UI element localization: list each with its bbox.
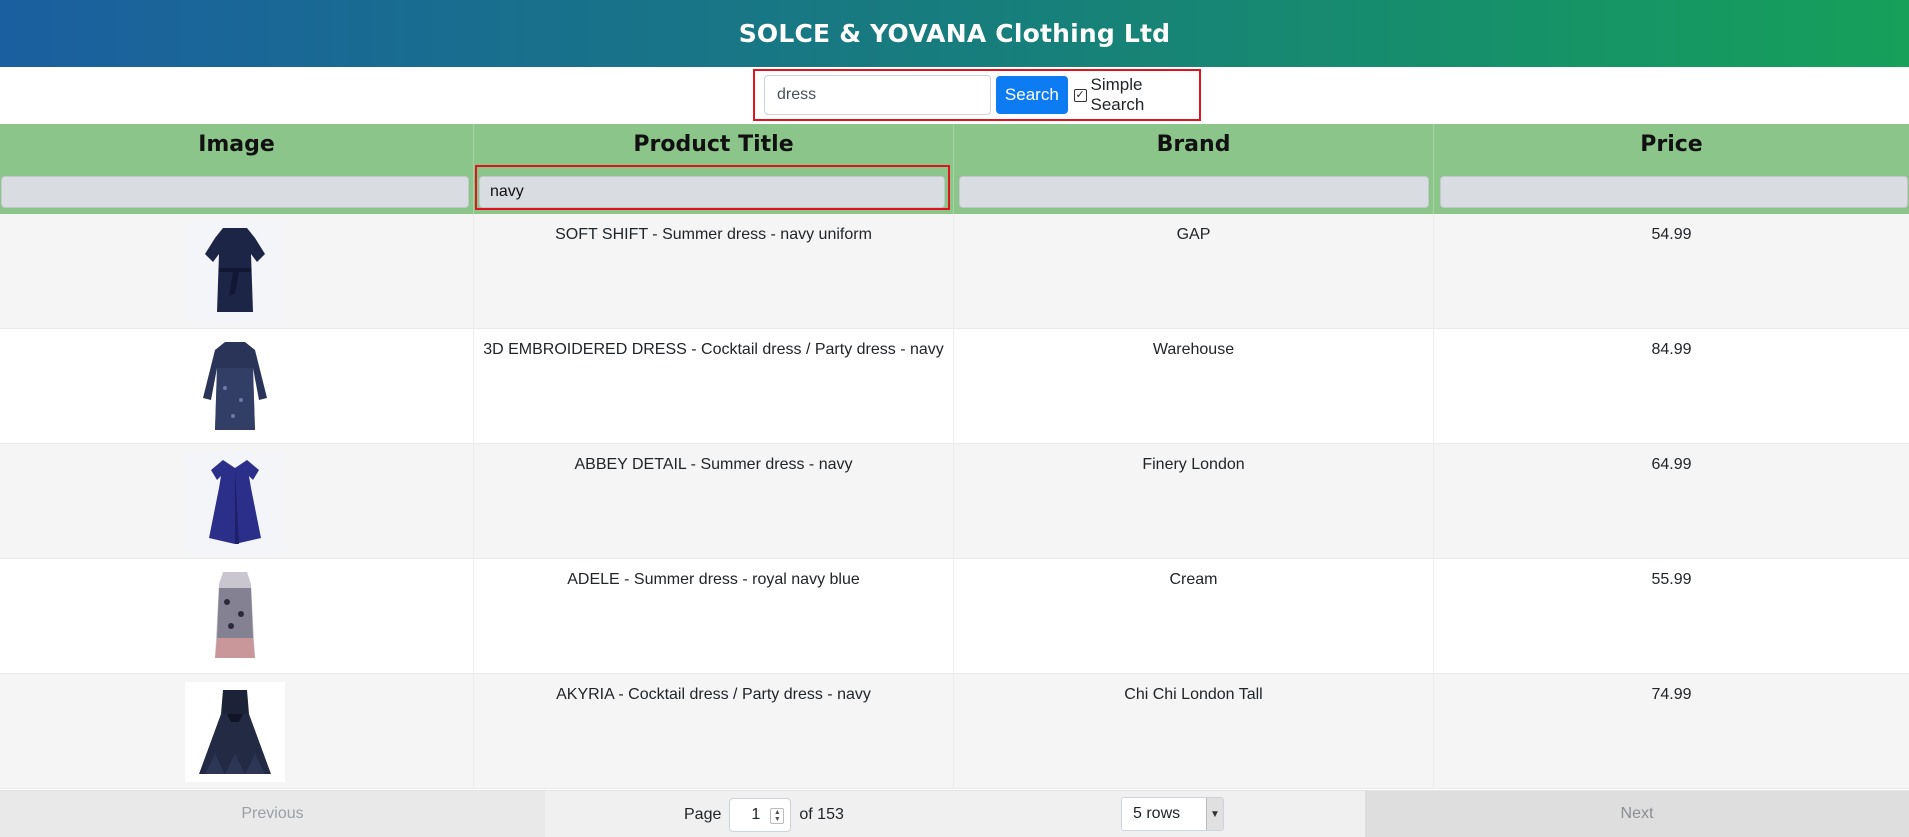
search-bar: Search ✓ Simple Search (753, 69, 1201, 121)
filter-input-price[interactable] (1440, 176, 1908, 208)
search-button[interactable]: Search (996, 76, 1068, 114)
column-label: Image (198, 132, 275, 157)
table-row[interactable]: 3D EMBROIDERED DRESS - Cocktail dress / … (0, 329, 1909, 444)
product-title[interactable]: ABBEY DETAIL - Summer dress - navy (474, 456, 953, 474)
dress-thumbnail-icon[interactable] (185, 682, 285, 782)
price-cell: 54.99 (1434, 214, 1909, 329)
product-title[interactable]: 3D EMBROIDERED DRESS - Cocktail dress / … (474, 341, 953, 359)
image-cell (0, 329, 474, 444)
product-brand: Cream (1169, 571, 1218, 588)
filter-input-image[interactable] (1, 176, 469, 208)
product-brand: Finery London (1142, 456, 1245, 473)
table-row[interactable]: ABBEY DETAIL - Summer dress - navy Finer… (0, 444, 1909, 559)
column-label: Product Title (633, 132, 794, 157)
page-total-label: of 153 (799, 806, 844, 823)
product-brand: Warehouse (1152, 341, 1235, 358)
dress-thumbnail-icon[interactable] (185, 222, 285, 322)
column-header-brand[interactable]: Brand (954, 124, 1434, 214)
simple-search-toggle[interactable]: ✓ Simple Search (1073, 75, 1199, 115)
brand-cell: Finery London (954, 444, 1434, 559)
page-info: Page 1 ▲ ▼ of 153 (684, 798, 844, 832)
dress-thumbnail-icon[interactable] (185, 337, 285, 437)
title-cell: ABBEY DETAIL - Summer dress - navy (474, 444, 954, 559)
next-button[interactable]: Next (1365, 791, 1909, 837)
column-label: Brand (1156, 132, 1231, 157)
search-input[interactable] (764, 75, 991, 115)
title-cell: 3D EMBROIDERED DRESS - Cocktail dress / … (474, 329, 954, 444)
product-title[interactable]: ADELE - Summer dress - royal navy blue (474, 571, 953, 589)
pagination-bar: Previous Page 1 ▲ ▼ of 153 5 rows ▼ Next (0, 790, 1909, 837)
spinner-icon[interactable]: ▲ ▼ (770, 808, 785, 824)
column-header-image[interactable]: Image (0, 124, 474, 214)
table-header: Image Product Title Brand Price (0, 124, 1909, 214)
price-cell: 74.99 (1434, 674, 1909, 789)
table-row[interactable]: ADELE - Summer dress - royal navy blue C… (0, 559, 1909, 674)
image-cell (0, 559, 474, 674)
product-price: 54.99 (1651, 226, 1692, 243)
brand-cell: Warehouse (954, 329, 1434, 444)
product-price: 74.99 (1651, 686, 1692, 703)
column-label: Price (1640, 132, 1703, 157)
product-brand: GAP (1176, 226, 1211, 243)
product-price: 64.99 (1651, 456, 1692, 473)
filter-input-brand[interactable] (959, 176, 1429, 208)
product-title[interactable]: AKYRIA - Cocktail dress / Party dress - … (474, 686, 953, 704)
app-title: SOLCE & YOVANA Clothing Ltd (738, 19, 1171, 48)
column-header-price[interactable]: Price (1434, 124, 1909, 214)
brand-cell: Chi Chi London Tall (954, 674, 1434, 789)
price-cell: 84.99 (1434, 329, 1909, 444)
previous-button[interactable]: Previous (0, 791, 545, 837)
table-body: SOFT SHIFT - Summer dress - navy uniform… (0, 214, 1909, 789)
product-price: 55.99 (1651, 571, 1692, 588)
filter-input-product-title[interactable] (479, 176, 945, 208)
table-row[interactable]: AKYRIA - Cocktail dress / Party dress - … (0, 674, 1909, 789)
brand-cell: Cream (954, 559, 1434, 674)
page-label: Page (684, 806, 722, 823)
dress-thumbnail-icon[interactable] (185, 452, 285, 552)
rows-per-page-select[interactable]: 5 rows ▼ (1121, 797, 1224, 831)
title-cell: SOFT SHIFT - Summer dress - navy uniform (474, 214, 954, 329)
title-cell: ADELE - Summer dress - royal navy blue (474, 559, 954, 674)
simple-search-label: Simple Search (1090, 75, 1145, 114)
app-header: SOLCE & YOVANA Clothing Ltd (0, 0, 1909, 67)
page-number-input[interactable]: 1 ▲ ▼ (729, 798, 792, 832)
chevron-down-icon[interactable]: ▼ (1206, 798, 1223, 830)
brand-cell: GAP (954, 214, 1434, 329)
product-title[interactable]: SOFT SHIFT - Summer dress - navy uniform (474, 226, 953, 244)
product-brand: Chi Chi London Tall (1124, 686, 1263, 703)
price-cell: 55.99 (1434, 559, 1909, 674)
image-cell (0, 214, 474, 329)
product-price: 84.99 (1651, 341, 1692, 358)
image-cell (0, 444, 474, 559)
rows-per-page-value: 5 rows (1133, 805, 1181, 822)
image-cell (0, 674, 474, 789)
column-header-product-title[interactable]: Product Title (474, 124, 954, 214)
dress-thumbnail-icon[interactable] (185, 567, 285, 667)
price-cell: 64.99 (1434, 444, 1909, 559)
page-number-value: 1 (751, 806, 761, 823)
title-cell: AKYRIA - Cocktail dress / Party dress - … (474, 674, 954, 789)
table-row[interactable]: SOFT SHIFT - Summer dress - navy uniform… (0, 214, 1909, 329)
checkbox-checked-icon[interactable]: ✓ (1073, 88, 1087, 102)
